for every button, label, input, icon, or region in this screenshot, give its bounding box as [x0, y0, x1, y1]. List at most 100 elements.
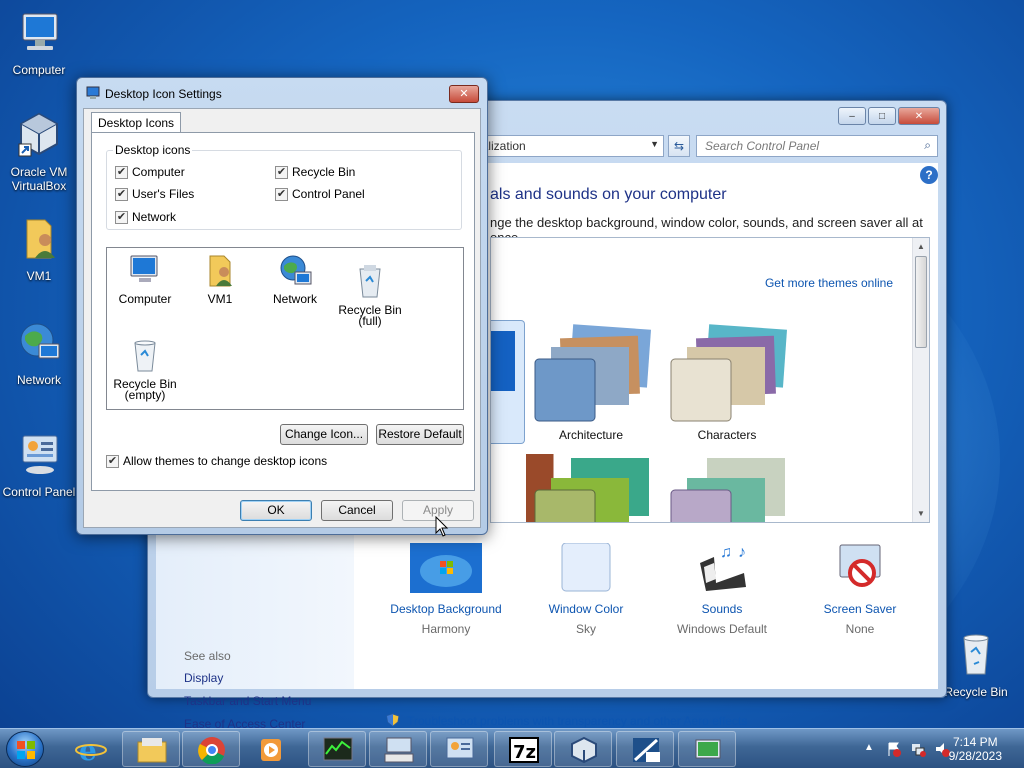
checkbox-users-files[interactable]: ✔ User's Files	[115, 187, 194, 201]
desktop-icon-label: Oracle VM VirtualBox	[10, 165, 68, 193]
characters-theme-thumbnail[interactable]	[667, 323, 787, 423]
taskbar-control-panel[interactable]	[430, 731, 488, 767]
restore-default-button[interactable]: Restore Default	[376, 424, 464, 445]
nature-theme-thumbnail[interactable]	[531, 454, 651, 523]
vertical-scrollbar[interactable]: ▲ ▼	[912, 238, 929, 522]
list-item-vm1[interactable]: VM1	[182, 252, 258, 305]
media-player-icon	[261, 739, 281, 761]
desktop-icon-computer[interactable]: Computer	[1, 8, 77, 77]
search-input[interactable]: Search Control Panel ⌕	[696, 135, 938, 157]
search-icon[interactable]: ⌕	[924, 138, 931, 153]
taskbar-media-player[interactable]	[242, 731, 300, 767]
checkbox-label: Control Panel	[292, 187, 365, 201]
screen-saver-icon	[839, 544, 881, 587]
keyboard-icon	[384, 737, 414, 763]
checkmark-icon: ✔	[106, 454, 119, 468]
action-center-flag-icon[interactable]	[886, 741, 902, 757]
list-item-recycle-bin-empty[interactable]: Recycle Bin (empty)	[107, 326, 183, 412]
checkbox-allow-themes[interactable]: ✔ Allow themes to change desktop icons	[106, 454, 327, 468]
refresh-icon[interactable]: ⇆	[668, 135, 690, 157]
desktop-icon-vm1[interactable]: VM1	[1, 214, 77, 283]
taskbar-virtualbox[interactable]	[554, 731, 612, 767]
icon-preview-list[interactable]: Computer VM1 Network Recycle Bin (full) …	[106, 247, 464, 410]
troubleshoot-link[interactable]: Troubleshoot problems with transparency …	[386, 713, 747, 728]
scroll-down-icon[interactable]: ▼	[917, 509, 925, 518]
checkbox-label: Allow themes to change desktop icons	[123, 454, 328, 468]
theme-list[interactable]: Get more themes online Architecture Char…	[490, 237, 930, 523]
close-button[interactable]: ✕	[898, 107, 940, 125]
checkbox-control-panel[interactable]: ✔ Control Panel	[275, 187, 365, 201]
desktop-icon-network[interactable]: Network	[1, 318, 77, 387]
ok-button[interactable]: OK	[240, 500, 312, 521]
chevron-down-icon[interactable]: ▼	[650, 139, 659, 149]
maximize-button[interactable]: □	[868, 107, 896, 125]
see-also-link-taskbar[interactable]: Taskbar and Start Menu	[184, 694, 311, 708]
recycle-bin-full-icon	[359, 265, 381, 298]
dialog-close-button[interactable]: ✕	[449, 85, 479, 103]
checkbox-label: Network	[132, 210, 177, 224]
network-status-icon[interactable]	[910, 741, 926, 757]
svg-text:♪: ♪	[738, 544, 746, 561]
taskbar: e 7z ▲ 7:14 PM 9/28/2023	[0, 728, 1024, 768]
taskbar-file-explorer[interactable]	[122, 731, 180, 767]
task-manager-icon	[323, 737, 353, 761]
window-color-item[interactable]: Window Color Sky	[516, 542, 656, 636]
list-item-network[interactable]: Network	[257, 252, 333, 305]
screen-saver-item[interactable]: Screen Saver None	[790, 543, 930, 636]
cancel-button[interactable]: Cancel	[321, 500, 393, 521]
help-icon[interactable]: ?	[920, 166, 938, 184]
taskbar-keyboard[interactable]	[369, 731, 427, 767]
checkmark-icon: ✔	[275, 187, 288, 201]
scroll-thumb[interactable]	[915, 256, 927, 348]
windows-logo-icon	[17, 741, 35, 759]
taskbar-remote-desktop[interactable]	[678, 731, 736, 767]
item-label: Network	[272, 292, 317, 306]
minimize-button[interactable]: –	[838, 107, 866, 125]
list-item-recycle-bin-full[interactable]: Recycle Bin (full)	[332, 252, 408, 338]
taskbar-7zip[interactable]: 7z	[494, 731, 552, 767]
see-also-section: See also Display Taskbar and Start Menu …	[184, 649, 311, 740]
checkbox-recycle-bin[interactable]: ✔ Recycle Bin	[275, 165, 355, 179]
troubleshoot-link-text: Troubleshoot problems with transparency …	[407, 714, 748, 728]
tab-desktop-icons[interactable]: Desktop Icons	[91, 112, 182, 133]
checkbox-network[interactable]: ✔ Network	[115, 210, 176, 224]
scroll-up-icon[interactable]: ▲	[917, 242, 925, 251]
desktop-icon-virtualbox[interactable]: Oracle VM VirtualBox	[1, 110, 77, 193]
see-also-link-display[interactable]: Display	[184, 671, 311, 685]
chevron-up-icon[interactable]: ▲	[864, 742, 880, 758]
start-button[interactable]	[6, 731, 44, 767]
checkbox-computer[interactable]: ✔ Computer	[115, 165, 185, 179]
desktop-icon-settings-dialog[interactable]: Desktop Icon Settings ✕ Desktop Icons De…	[76, 77, 488, 535]
volume-muted-icon[interactable]	[934, 741, 950, 757]
item-label: Recycle Bin (full)	[338, 303, 402, 328]
dialog-body: Desktop Icons Desktop icons ✔ Computer ✔…	[83, 108, 481, 528]
address-bar[interactable]: nalization ▼	[468, 135, 664, 157]
system-clock[interactable]: 7:14 PM 9/28/2023	[949, 735, 1002, 763]
taskbar-internet-explorer[interactable]: e	[62, 731, 120, 767]
sounds-item[interactable]: ♫ ♪ Sounds Windows Default	[652, 543, 792, 636]
architecture-theme-thumbnail[interactable]	[531, 323, 651, 423]
checkmark-icon: ✔	[115, 165, 128, 179]
computer-icon	[22, 13, 58, 50]
get-more-themes-link[interactable]: Get more themes online	[765, 276, 893, 290]
virtualbox-icon	[18, 112, 59, 157]
selected-theme-tile[interactable]	[491, 320, 525, 444]
taskbar-chrome[interactable]	[182, 731, 240, 767]
recycle-bin-empty-icon	[134, 340, 156, 372]
svg-text:e: e	[79, 735, 97, 763]
taskbar-task-manager[interactable]	[308, 731, 366, 767]
desktop-icon-recycle-bin[interactable]: Recycle Bin	[938, 630, 1014, 699]
theme-label: Architecture	[558, 428, 624, 442]
checkmark-icon: ✔	[275, 165, 288, 179]
desktop-icon-control-panel[interactable]: Control Panel	[1, 430, 77, 499]
taskbar-network-tool[interactable]	[616, 731, 674, 767]
change-icon-button[interactable]: Change Icon...	[280, 424, 368, 445]
item-value: Sky	[575, 622, 596, 636]
network-tool-icon	[633, 738, 660, 762]
scenes-theme-thumbnail[interactable]	[667, 454, 787, 523]
desktop-background-item[interactable]: Desktop Background Harmony	[376, 543, 516, 636]
caption-buttons: – □ ✕	[838, 107, 940, 125]
list-item-computer[interactable]: Computer	[107, 252, 183, 305]
desktop-icon-label: Recycle Bin	[944, 685, 1008, 699]
file-explorer-icon	[137, 738, 167, 763]
